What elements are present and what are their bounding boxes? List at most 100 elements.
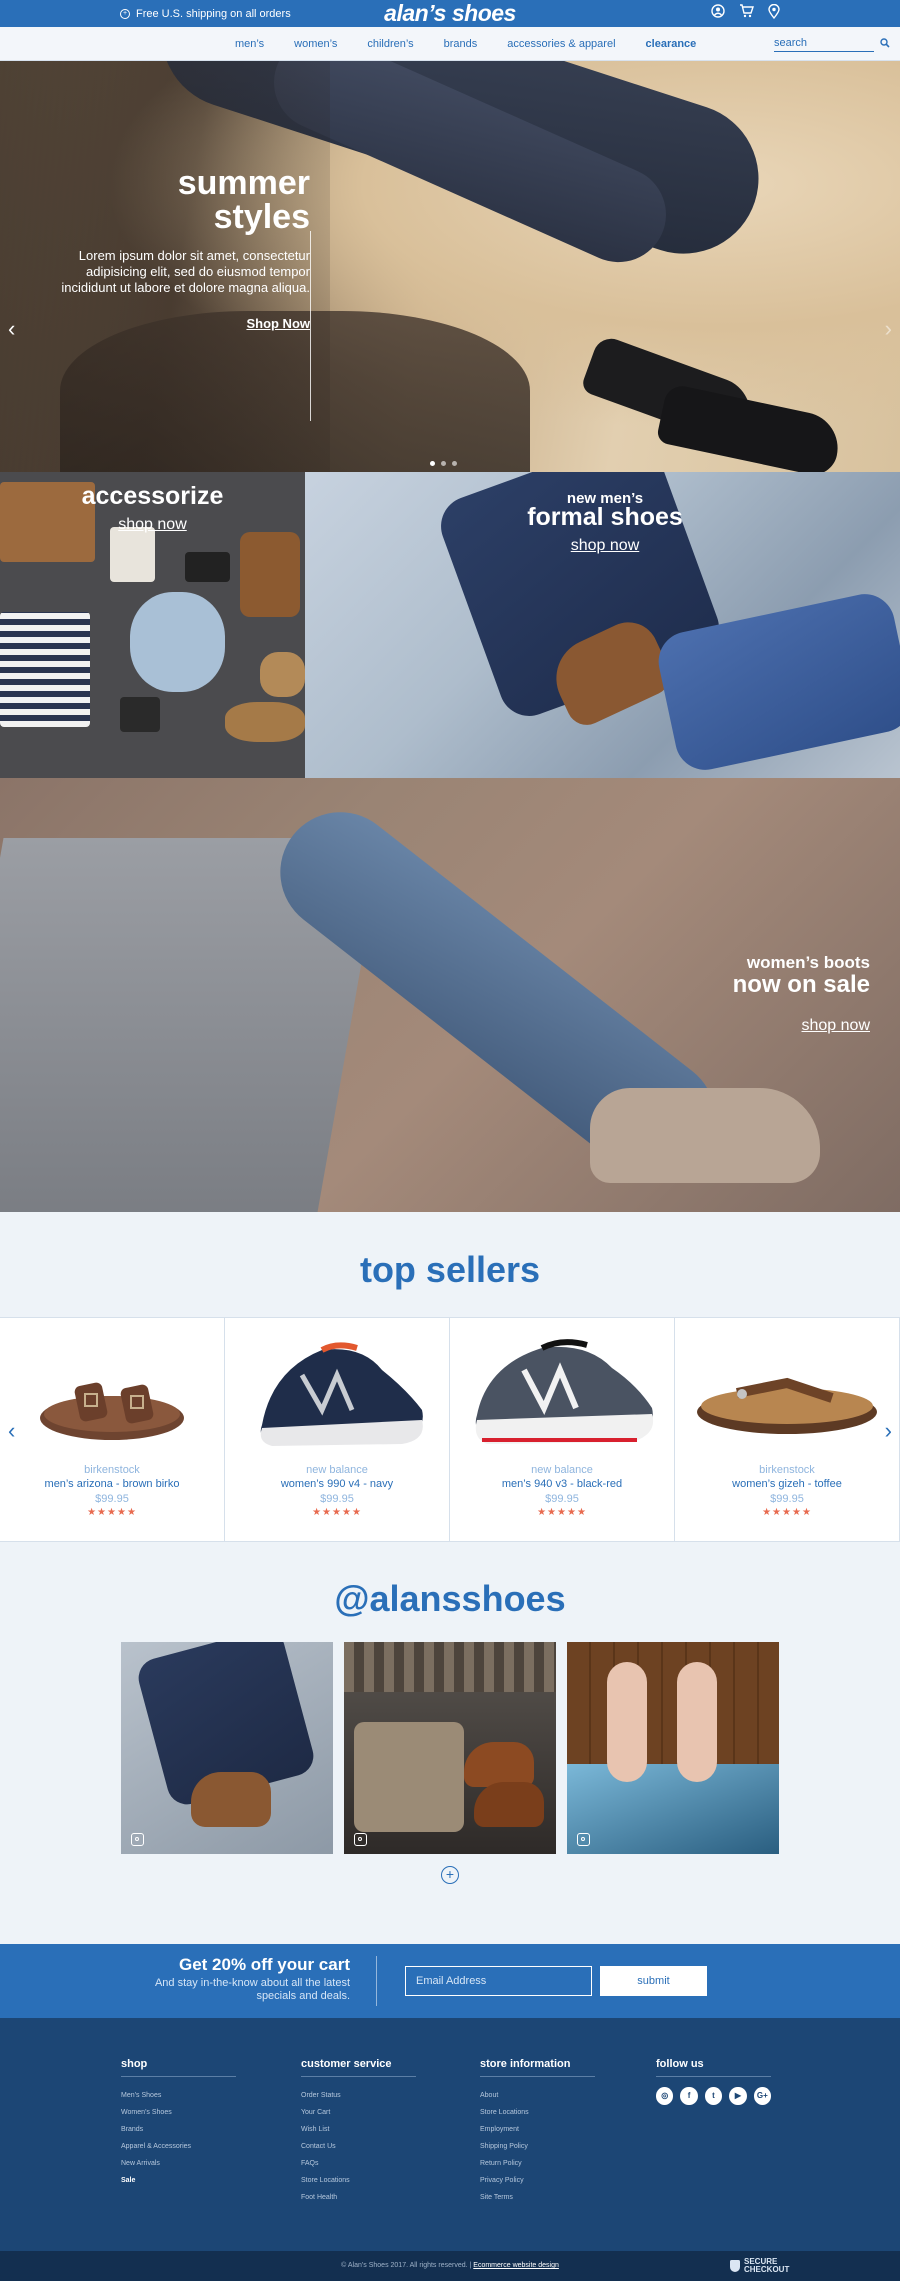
bag-image <box>240 532 300 617</box>
search-box <box>774 35 890 53</box>
ecommerce-design-link[interactable]: Ecommerce website design <box>473 2262 559 2269</box>
hero-divider <box>310 231 311 421</box>
plus-circle-icon[interactable]: + <box>441 1866 459 1884</box>
footer-follow-title: follow us <box>656 2058 771 2077</box>
instagram-photo[interactable] <box>344 1642 556 1854</box>
promo-formal-content: new men’s formal shoes shop now <box>485 490 725 555</box>
footer-link[interactable]: Store Locations <box>480 2104 595 2121</box>
footer-link[interactable]: Privacy Policy <box>480 2172 595 2189</box>
instagram-icon <box>354 1833 367 1846</box>
email-field[interactable] <box>405 1966 592 1996</box>
instagram-icon <box>131 1833 144 1846</box>
hero-body: Lorem ipsum dolor sit amet, consectetur … <box>61 248 310 295</box>
footer-link[interactable]: Contact Us <box>301 2138 416 2155</box>
product-card[interactable]: new balance women’s 990 v4 - navy $99.95… <box>225 1318 450 1541</box>
footer-link[interactable]: Wish List <box>301 2121 416 2138</box>
camera-image <box>120 697 160 732</box>
chevron-right-icon[interactable]: › <box>885 1418 892 1444</box>
instagram-photo[interactable] <box>121 1642 333 1854</box>
copyright-text: © Alan’s Shoes 2017. All rights reserved… <box>341 2262 472 2269</box>
footer-link[interactable]: Site Terms <box>480 2189 595 2206</box>
footer-link[interactable]: About <box>480 2087 595 2104</box>
chevron-left-icon[interactable]: ‹ <box>8 1418 15 1444</box>
chevron-left-icon[interactable]: ‹ <box>8 316 15 342</box>
facebook-icon[interactable]: f <box>680 2087 698 2105</box>
newsletter-signup: Get 20% off your cart And stay in-the-kn… <box>0 1944 900 2018</box>
footer: shop Men’s Shoes Women’s Shoes Brands Ap… <box>0 2018 900 2251</box>
product-price: $99.95 <box>320 1493 354 1505</box>
youtube-icon[interactable]: ▶ <box>729 2087 747 2105</box>
star-rating-icon: ★★★★★ <box>762 1507 812 1518</box>
footer-link[interactable]: Foot Health <box>301 2189 416 2206</box>
hero-image-boot-2 <box>655 382 845 472</box>
product-name[interactable]: men’s 940 v3 - black-red <box>450 1478 674 1490</box>
cart-icon[interactable] <box>739 4 754 23</box>
submit-button[interactable]: submit <box>600 1966 707 1996</box>
footer-link[interactable]: Men’s Shoes <box>121 2087 236 2104</box>
product-card[interactable]: birkenstock men’s arizona - brown birko … <box>0 1318 225 1541</box>
footer-link[interactable]: Order Status <box>301 2087 416 2104</box>
nav-childrens[interactable]: children’s <box>367 38 413 50</box>
nav-links: men’s women’s children’s brands accessor… <box>235 38 696 50</box>
slider-dot[interactable] <box>452 461 457 466</box>
product-name[interactable]: women’s 990 v4 - navy <box>225 1478 449 1490</box>
hero-shop-now-link[interactable]: Shop Now <box>246 316 310 331</box>
scarf-image <box>130 592 225 692</box>
promo-accessorize-title: accessorize <box>81 482 224 510</box>
product-price: $99.95 <box>770 1493 804 1505</box>
signup-subtitle: And stay in-the-know about all the lates… <box>154 1977 350 2002</box>
instagram-icon[interactable]: ◎ <box>656 2087 674 2105</box>
signup-copy: Get 20% off your cart And stay in-the-kn… <box>150 1955 350 2003</box>
load-more: + <box>0 1866 900 1944</box>
nav-mens[interactable]: men’s <box>235 38 264 50</box>
instagram-grid <box>0 1642 900 1854</box>
promo-formal-shoes[interactable]: new men’s formal shoes shop now <box>305 472 900 778</box>
location-pin-icon[interactable] <box>768 3 780 24</box>
footer-link[interactable]: Return Policy <box>480 2155 595 2172</box>
star-rating-icon: ★★★★★ <box>312 1507 362 1518</box>
twitter-icon[interactable]: t <box>704 2087 723 2105</box>
account-icon[interactable] <box>711 4 725 23</box>
product-name[interactable]: women’s gizeh - toffee <box>675 1478 899 1490</box>
search-icon[interactable] <box>880 35 890 53</box>
footer-link[interactable]: New Arrivals <box>121 2155 236 2172</box>
chevron-right-icon[interactable]: › <box>885 316 892 342</box>
footer-link[interactable]: Apparel & Accessories <box>121 2138 236 2155</box>
promo-formal-shop-now[interactable]: shop now <box>571 537 640 555</box>
footer-link[interactable]: Shipping Policy <box>480 2138 595 2155</box>
google-plus-icon[interactable]: G+ <box>753 2087 772 2105</box>
promo-accessorize-shop-now[interactable]: shop now <box>118 516 187 534</box>
nav-brands[interactable]: brands <box>444 38 478 50</box>
nav-accessories-apparel[interactable]: accessories & apparel <box>507 38 615 50</box>
slider-dot[interactable] <box>430 461 435 466</box>
footer-link[interactable]: Store Locations <box>301 2172 416 2189</box>
product-card[interactable]: new balance men’s 940 v3 - black-red $99… <box>450 1318 675 1541</box>
product-card[interactable]: birkenstock women’s gizeh - toffee $99.9… <box>675 1318 900 1541</box>
product-image <box>675 1318 899 1458</box>
shoe-image-2 <box>474 1782 544 1827</box>
search-input[interactable] <box>774 35 874 52</box>
footer-link[interactable]: Brands <box>121 2121 236 2138</box>
nav-clearance[interactable]: clearance <box>646 38 697 50</box>
product-price: $99.95 <box>95 1493 129 1505</box>
footer-link[interactable]: Your Cart <box>301 2104 416 2121</box>
boot-image <box>191 1772 271 1827</box>
footer-link[interactable]: Employment <box>480 2121 595 2138</box>
footer-link[interactable]: FAQs <box>301 2155 416 2172</box>
womens-boots-banner[interactable]: women’s boots now on sale shop now <box>0 778 900 1212</box>
banner-title: now on sale <box>732 971 870 998</box>
instagram-photo[interactable] <box>567 1642 779 1854</box>
secure-checkout-badge: SECURE CHECKOUT <box>730 2258 789 2274</box>
banner-shop-now[interactable]: shop now <box>802 1017 871 1035</box>
slider-dot[interactable] <box>441 461 446 466</box>
star-rating-icon: ★★★★★ <box>87 1507 137 1518</box>
header-icons <box>711 3 780 24</box>
nav-womens[interactable]: women’s <box>294 38 337 50</box>
product-name[interactable]: men’s arizona - brown birko <box>0 1478 224 1490</box>
footer-store-info-title: store information <box>480 2058 595 2077</box>
footer-link-sale[interactable]: Sale <box>121 2172 236 2189</box>
footer-link[interactable]: Women’s Shoes <box>121 2104 236 2121</box>
top-sellers-heading: top sellers <box>359 1249 541 1290</box>
promo-accessorize[interactable]: accessorize shop now <box>0 472 305 778</box>
shoe-image-2 <box>225 702 305 742</box>
